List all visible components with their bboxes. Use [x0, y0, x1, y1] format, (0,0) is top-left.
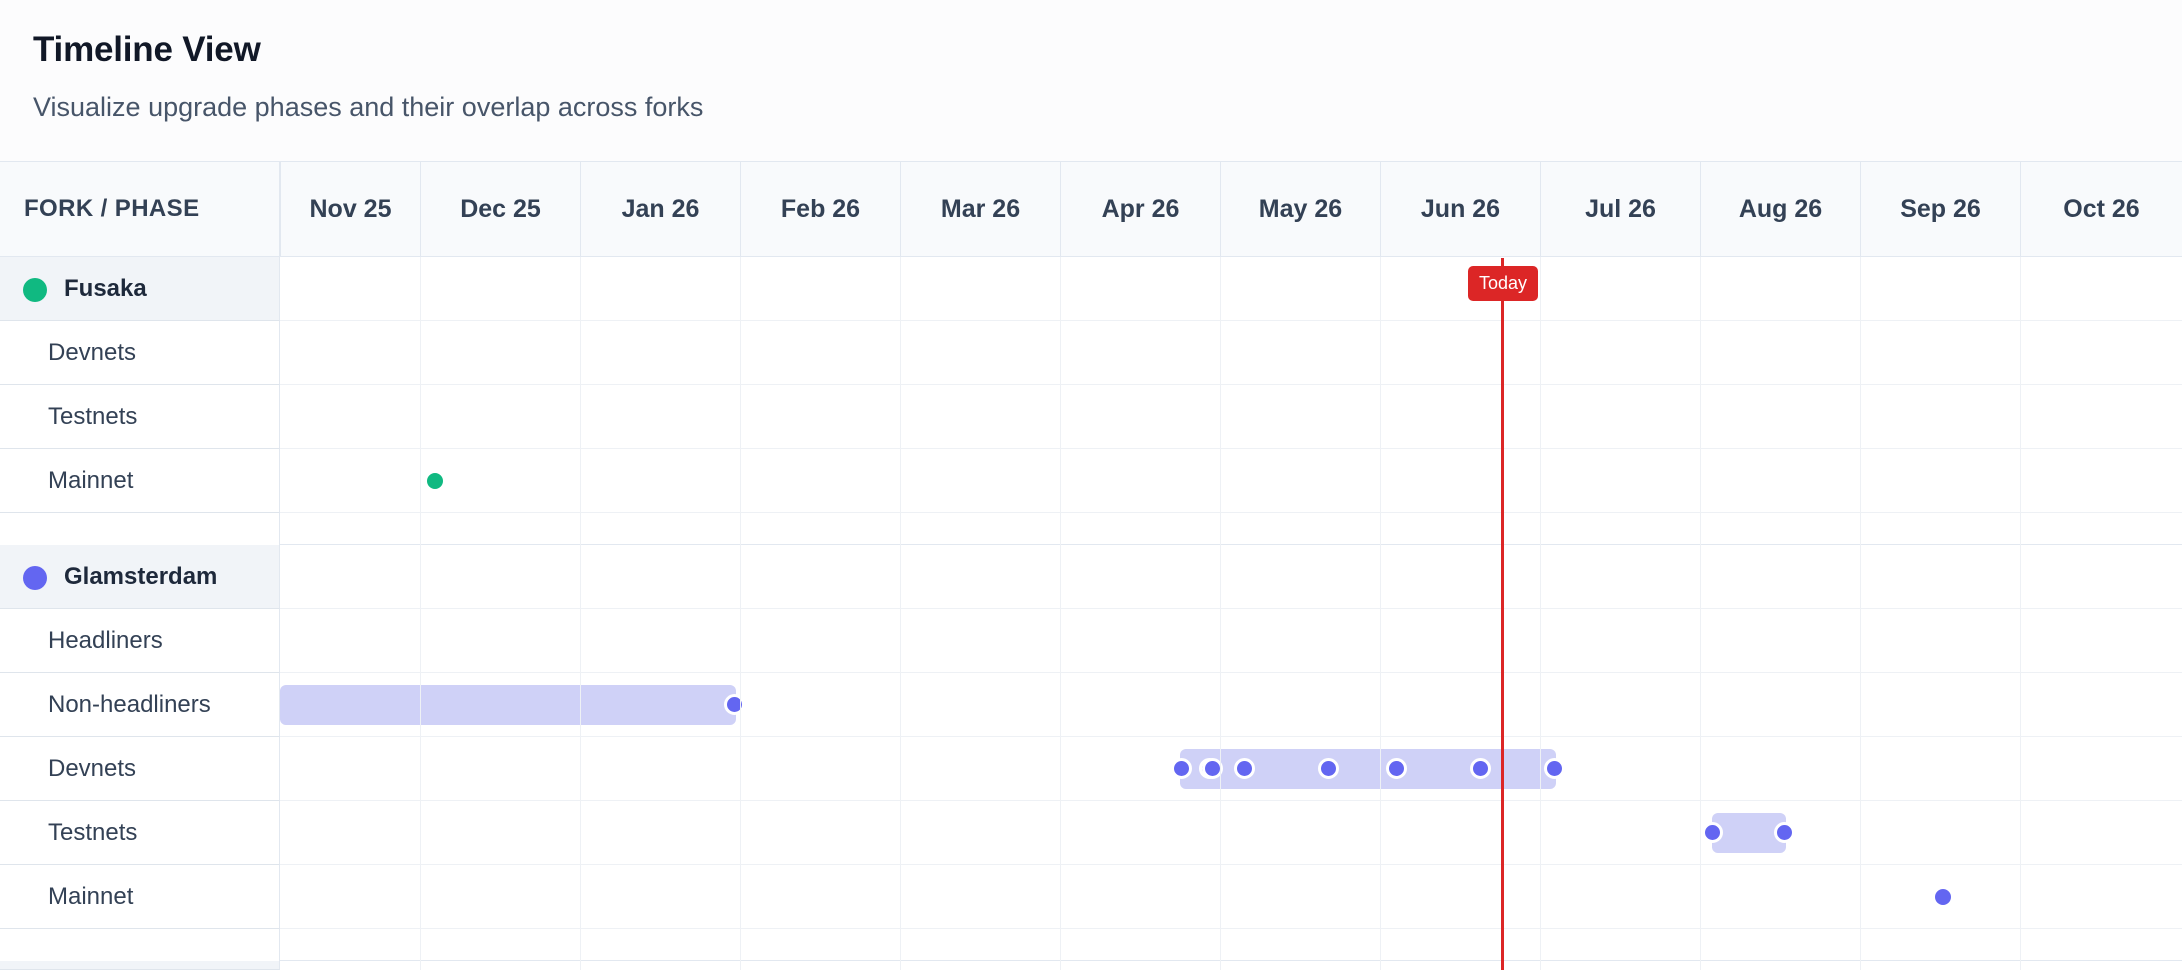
month-header-apr-26: Apr 26 — [1060, 162, 1220, 257]
fork-row-glamsterdam[interactable]: Glamsterdam — [0, 545, 2182, 609]
today-badge: Today — [1468, 266, 1538, 301]
month-header-mar-26: Mar 26 — [900, 162, 1060, 257]
timeline-grid: FORK / PHASE Nov 25 Dec 25 Jan 26 Feb 26… — [0, 162, 2182, 970]
testnet-milestone[interactable] — [1702, 822, 1723, 843]
phase-row-glamsterdam-testnets: Testnets — [0, 801, 2182, 865]
phase-label: Non-headliners — [0, 673, 280, 737]
phase-row-glamsterdam-mainnet: Mainnet — [0, 865, 2182, 929]
month-header-nov-25: Nov 25 — [280, 162, 420, 257]
phase-row-fusaka-mainnet: Mainnet — [0, 449, 2182, 513]
devnet-milestone[interactable] — [1234, 758, 1255, 779]
month-header-oct-26: Oct 26 — [2020, 162, 2182, 257]
month-header-jul-26: Jul 26 — [1540, 162, 1700, 257]
fork-row-fusaka[interactable]: Fusaka — [0, 257, 2182, 321]
devnet-milestone[interactable] — [1386, 758, 1407, 779]
devnet-milestone[interactable] — [1470, 758, 1491, 779]
group-spacer — [0, 513, 2182, 545]
month-header-aug-26: Aug 26 — [1700, 162, 1860, 257]
phase-label: Testnets — [0, 801, 280, 865]
fusaka-mainnet-milestone[interactable] — [427, 473, 443, 489]
devnet-milestone[interactable] — [1318, 758, 1339, 779]
month-header-feb-26: Feb 26 — [740, 162, 900, 257]
phase-row-fusaka-devnets: Devnets — [0, 321, 2182, 385]
fork-color-dot-icon — [23, 278, 47, 302]
fork-name: Glamsterdam — [64, 562, 218, 590]
month-header-sep-26: Sep 26 — [1860, 162, 2020, 257]
fork-name: Fusaka — [64, 274, 147, 302]
fork-label-fusaka[interactable]: Fusaka — [0, 257, 280, 321]
page-title: Timeline View — [33, 30, 261, 69]
phase-label: Devnets — [0, 321, 280, 385]
glamsterdam-mainnet-milestone[interactable] — [1935, 889, 1951, 905]
fork-label-glamsterdam[interactable]: Glamsterdam — [0, 545, 280, 609]
testnet-milestone[interactable] — [1774, 822, 1795, 843]
month-header-jun-26: Jun 26 — [1380, 162, 1540, 257]
non-headliners-milestone[interactable] — [724, 694, 745, 715]
group-spacer — [0, 929, 2182, 961]
page-header: Timeline View Visualize upgrade phases a… — [0, 0, 2182, 162]
devnet-milestone[interactable] — [1171, 758, 1192, 779]
phase-label: Devnets — [0, 737, 280, 801]
month-header-may-26: May 26 — [1220, 162, 1380, 257]
phase-label: Headliners — [0, 609, 280, 673]
fork-color-dot-icon — [23, 566, 47, 590]
phase-row-glamsterdam-headliners: Headliners — [0, 609, 2182, 673]
phase-label: Mainnet — [0, 865, 280, 929]
phase-label: Testnets — [0, 385, 280, 449]
page-subtitle: Visualize upgrade phases and their overl… — [33, 92, 704, 122]
fork-phase-column-header: FORK / PHASE — [0, 162, 280, 257]
phase-label: Mainnet — [0, 449, 280, 513]
next-fork-row-partial — [0, 961, 2182, 970]
phase-row-fusaka-testnets: Testnets — [0, 385, 2182, 449]
today-line — [1501, 258, 1504, 970]
phase-row-glamsterdam-devnets: Devnets — [0, 737, 2182, 801]
timeline-page: Timeline View Visualize upgrade phases a… — [0, 0, 2182, 970]
devnet-milestone[interactable] — [1544, 758, 1565, 779]
non-headliners-bar[interactable] — [280, 685, 736, 725]
phase-row-glamsterdam-non-headliners: Non-headliners — [0, 673, 2182, 737]
month-header-jan-26: Jan 26 — [580, 162, 740, 257]
month-header-dec-25: Dec 25 — [420, 162, 580, 257]
